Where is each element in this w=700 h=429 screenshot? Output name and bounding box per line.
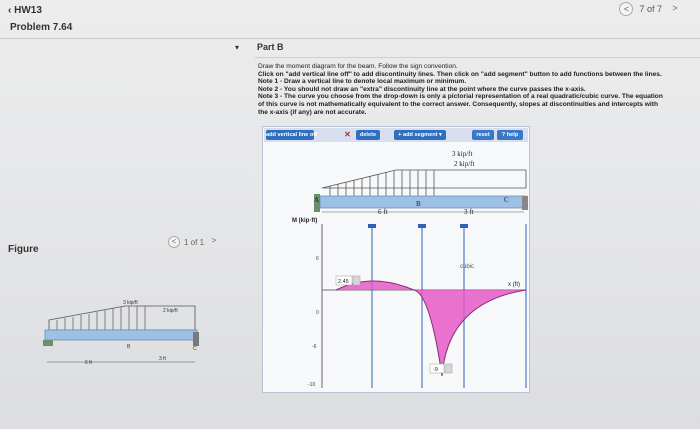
beam-figure-image: 3 kip/ft 2 kip/ft B C 6 ft 3 ft <box>43 300 199 366</box>
delete-button[interactable]: delete <box>356 130 380 140</box>
instruction-line: the x-axis (if any) are not accurate. <box>258 108 367 116</box>
collapse-caret-icon[interactable]: ▾ <box>235 43 239 52</box>
part-divider <box>255 57 700 58</box>
instruction-line: Note 2 - You should not draw an "extra" … <box>258 85 586 93</box>
help-button[interactable]: ? help <box>497 130 523 140</box>
previous-figure-button[interactable]: < <box>168 236 180 248</box>
next-figure-button[interactable]: > <box>208 236 220 248</box>
line-handle[interactable] <box>368 224 376 228</box>
reset-button[interactable]: reset <box>472 130 494 140</box>
tool-load-arrows <box>329 170 435 196</box>
tick-bottom: -10 <box>308 382 315 388</box>
problem-pager-text: 7 of 7 <box>639 4 662 14</box>
instructions: Draw the moment diagram for the beam. Fo… <box>258 63 678 116</box>
mini-label-b: B <box>127 344 131 350</box>
tool-load-right-label: 2 kip/ft <box>454 160 474 168</box>
mini-dim-right: 3 ft <box>159 356 167 362</box>
part-title[interactable]: Part B <box>257 42 284 52</box>
instruction-line: Draw the moment diagram for the beam. Fo… <box>258 63 458 70</box>
problem-title: Problem 7.64 <box>10 22 73 33</box>
line-handle[interactable] <box>418 224 426 228</box>
mini-dim-left: 6 ft <box>85 360 93 366</box>
tool-label-c: C <box>504 196 509 204</box>
y-axis-label: M (kip·ft) <box>292 218 317 224</box>
tick-top: 6 <box>316 256 319 262</box>
right-support <box>193 332 199 346</box>
figure-pager: < 1 of 1 > <box>168 236 220 248</box>
tool-right-support <box>522 196 528 210</box>
tool-load-outline <box>321 169 527 189</box>
tool-dim-left: 6 ft <box>378 208 388 216</box>
add-vertical-line-button[interactable]: add vertical line off <box>266 130 317 140</box>
previous-problem-button[interactable]: < <box>619 2 634 16</box>
moment-diagram-canvas[interactable]: 3 kip/ft 2 kip/ft A B C 6 ft 3 ft M (kip… <box>264 142 528 392</box>
figure-pager-text: 1 of 1 <box>184 237 205 247</box>
tool-dim-right: 3 ft <box>464 208 474 216</box>
value-stepper-right[interactable] <box>444 363 453 374</box>
mini-load-left-label: 3 kip/ft <box>123 300 138 306</box>
chevron-left-icon: ‹ <box>8 5 12 16</box>
next-problem-button[interactable]: > <box>668 2 682 16</box>
mini-label-c: C <box>193 346 197 352</box>
instruction-line: Note 1 - Draw a vertical line to denote … <box>258 78 467 86</box>
add-segment-button[interactable]: + add segment ▾ <box>394 130 446 140</box>
problem-pager: < 7 of 7 > <box>619 2 682 16</box>
header-divider <box>0 38 700 39</box>
value-left-text: 2.45 <box>338 279 349 285</box>
instruction-line: Note 3 - The curve you choose from the d… <box>258 93 663 101</box>
segment-type-label: cubic <box>460 264 474 270</box>
instruction-line: Click on "add vertical line off" to add … <box>258 70 662 78</box>
close-icon[interactable]: ✕ <box>343 130 352 140</box>
x-axis-label: x (ft) <box>508 282 520 288</box>
tick-mid-lower: -6 <box>312 344 317 350</box>
beam <box>44 329 198 341</box>
tick-mid-upper: 0 <box>316 310 319 316</box>
tool-label-b: B <box>416 200 421 208</box>
tool-label-a: A <box>314 196 319 204</box>
back-link-label: HW13 <box>14 5 42 16</box>
value-stepper-left[interactable] <box>352 275 361 286</box>
tool-beam <box>319 195 527 209</box>
back-to-assignment-link[interactable]: ‹ HW13 <box>8 5 42 16</box>
mini-load-right-label: 2 kip/ft <box>163 308 178 314</box>
value-right-text: -9 <box>433 367 438 373</box>
figure-label: Figure <box>8 244 39 255</box>
moment-segment-negative <box>414 290 526 376</box>
line-handle[interactable] <box>460 224 468 228</box>
load-arrows <box>56 306 146 330</box>
fixed-support <box>43 340 53 346</box>
tool-load-left-label: 3 kip/ft <box>452 150 472 158</box>
instruction-line: of this curve is not mathematically equi… <box>258 100 658 108</box>
